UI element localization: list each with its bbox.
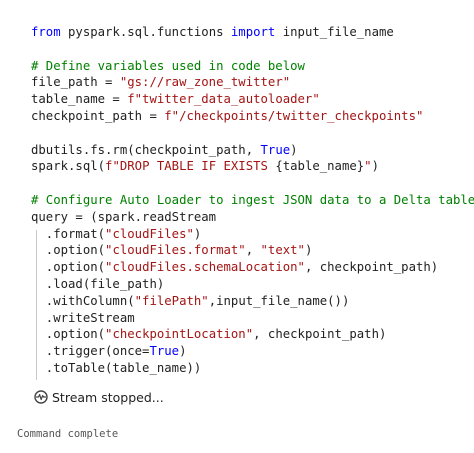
code-token: , checkpoint_path) xyxy=(304,260,439,275)
code-line: checkpoint_path = f"/checkpoints/twitter… xyxy=(31,108,423,125)
code-token: ,input_file_name()) xyxy=(208,293,350,308)
code-line: .option("cloudFiles.format", "text") xyxy=(31,242,313,259)
code-token: .option( xyxy=(31,243,106,258)
code-token: f"twitter_data_autoloader" xyxy=(127,92,320,107)
code-line: # Configure Auto Loader to ingest JSON d… xyxy=(31,192,474,209)
code-token: "cloudFiles" xyxy=(105,226,194,241)
code-token: query = (spark.readStream xyxy=(31,209,217,224)
code-token: "cloudFiles.schemaLocation" xyxy=(105,260,305,275)
code-token: , checkpoint_path) xyxy=(253,327,387,342)
code-line: .toTable(table_name)) xyxy=(31,360,201,377)
code-token: True xyxy=(149,344,180,359)
code-token: from xyxy=(31,25,61,39)
code-token: ) xyxy=(179,344,187,359)
code-token: ) xyxy=(304,243,313,258)
code-token: import xyxy=(230,25,276,39)
code-token: table_name = xyxy=(31,92,128,107)
code-line: .format("cloudFiles") xyxy=(31,226,202,243)
code-token: checkpoint_path = xyxy=(31,109,165,123)
code-token: .withColumn( xyxy=(31,293,135,308)
code-line: .load(file_path) xyxy=(31,276,164,293)
stream-stopped-icon xyxy=(34,390,48,404)
code-token: pyspark.sql.functions xyxy=(60,25,231,39)
code-token: "text" xyxy=(260,243,305,258)
notebook-cell: from pyspark.sql.functions import input_… xyxy=(0,0,474,453)
code-token: .option( xyxy=(31,260,106,275)
code-line: table_name = f"twitter_data_autoloader" xyxy=(31,91,320,108)
code-token: True xyxy=(260,142,291,157)
code-token: .option( xyxy=(31,327,106,342)
command-status: Command complete xyxy=(17,428,119,440)
code-line: .option("checkpointLocation", checkpoint… xyxy=(31,326,387,343)
code-editor[interactable]: from pyspark.sql.functions import input_… xyxy=(0,8,474,381)
code-token: # Define variables used in code below xyxy=(31,58,305,73)
code-token: f"/checkpoints/twitter_checkpoints" xyxy=(164,109,424,123)
code-line: file_path = "gs://raw_zone_twitter" xyxy=(31,74,290,91)
stream-status-text: Stream stopped... xyxy=(52,389,164,405)
code-token: "cloudFiles.format" xyxy=(105,243,246,258)
code-token: ) xyxy=(290,142,298,157)
code-token: ) xyxy=(371,159,379,174)
code-token: .toTable(table_name)) xyxy=(31,361,202,375)
code-token: input_file_name xyxy=(275,25,394,39)
code-token: "filePath" xyxy=(134,293,209,308)
code-token: {table_name} xyxy=(275,159,365,174)
code-token: .writeStream xyxy=(31,310,135,325)
code-line: # Define variables used in code below xyxy=(31,58,305,75)
code-token: f"DROP TABLE IF EXISTS xyxy=(105,159,276,174)
code-line: .withColumn("filePath",input_file_name()… xyxy=(31,293,350,310)
code-token: .format( xyxy=(31,226,106,241)
code-token: "gs://raw_zone_twitter" xyxy=(119,75,291,90)
code-token: " xyxy=(364,159,372,174)
code-token: .load(file_path) xyxy=(31,277,165,291)
code-token: dbutils.fs.rm(checkpoint_path, xyxy=(31,142,261,157)
code-token: file_path = xyxy=(31,75,120,90)
code-token: ) xyxy=(193,226,202,241)
code-token: , xyxy=(245,243,261,258)
code-token: # Configure Auto Loader to ingest JSON d… xyxy=(31,193,474,207)
code-token: .trigger(once= xyxy=(31,344,150,359)
code-line: .trigger(once=True) xyxy=(31,343,187,360)
code-line: dbutils.fs.rm(checkpoint_path, True) xyxy=(31,142,298,159)
code-line: .option("cloudFiles.schemaLocation", che… xyxy=(31,259,438,276)
stream-status: Stream stopped... xyxy=(34,388,164,406)
code-token: "checkpointLocation" xyxy=(105,327,254,342)
code-token: spark.sql( xyxy=(31,159,106,174)
code-line: spark.sql(f"DROP TABLE IF EXISTS {table_… xyxy=(31,158,379,175)
code-line: .writeStream xyxy=(31,310,135,327)
code-line: from pyspark.sql.functions import input_… xyxy=(31,24,394,41)
code-line: query = (spark.readStream xyxy=(31,209,216,226)
